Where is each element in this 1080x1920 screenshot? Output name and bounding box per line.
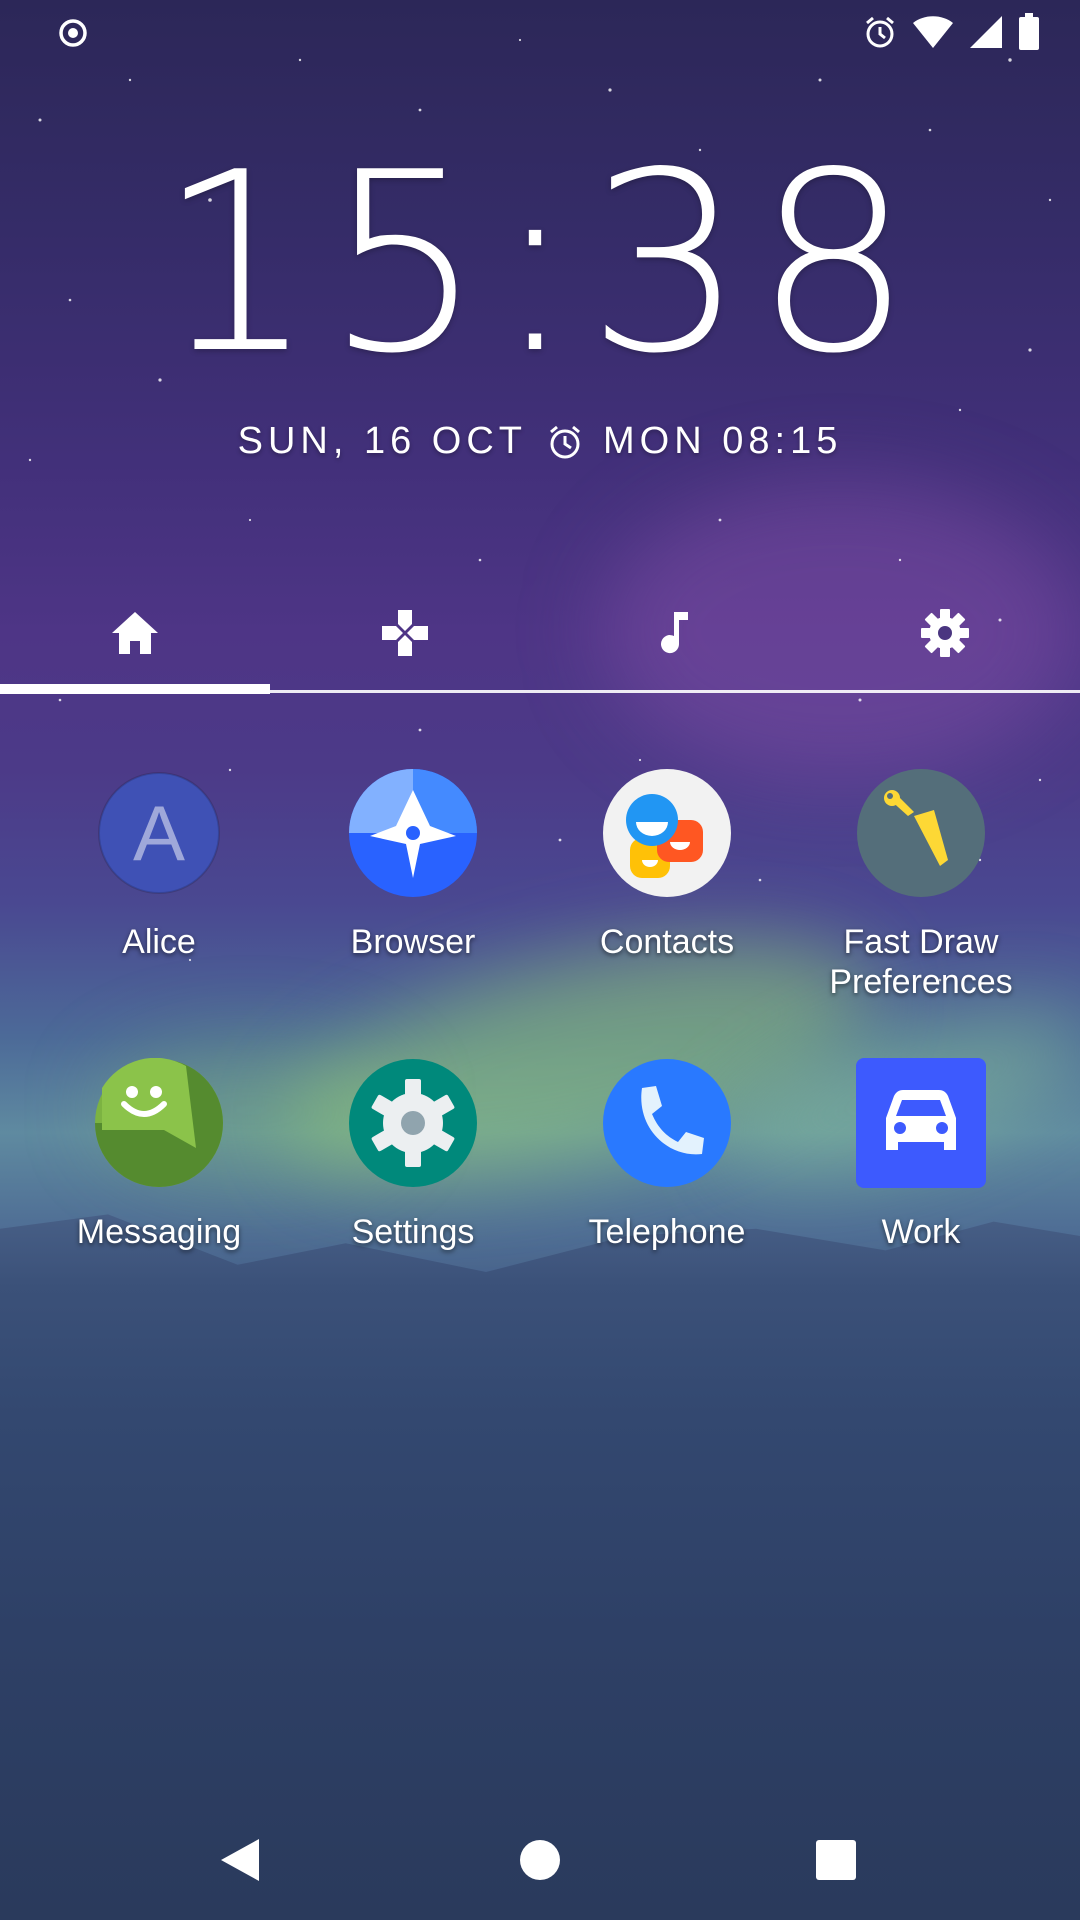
recents-button[interactable]	[796, 1820, 876, 1900]
alarm-icon	[866, 16, 894, 48]
record-icon	[59, 19, 87, 47]
app-label-line: Preferences	[829, 963, 1013, 1001]
tab-indicator	[0, 684, 270, 694]
launcher-tabs	[0, 570, 1080, 696]
lock-clock-time[interactable]: 15:38	[0, 140, 1080, 388]
app-label: Work	[881, 1213, 961, 1251]
back-icon	[221, 1839, 259, 1881]
tab-home[interactable]	[0, 570, 270, 696]
navigation-bar	[0, 1800, 1080, 1920]
app-label-line: Fast Draw	[843, 923, 999, 961]
alarm-icon	[550, 425, 580, 458]
home-circle-icon	[520, 1840, 560, 1880]
messaging-icon	[94, 1057, 224, 1188]
app-label: Contacts	[599, 923, 735, 961]
gear-icon	[921, 609, 969, 657]
status-icons	[862, 12, 1040, 52]
app-label: Settings	[351, 1213, 475, 1251]
tab-games[interactable]	[270, 570, 540, 696]
app-label: Telephone	[588, 1213, 746, 1251]
telephone-icon	[602, 1058, 732, 1188]
alice-avatar-icon: A	[94, 768, 224, 898]
date-text: SUN, 16 OCT	[237, 420, 528, 462]
date-alarm-line[interactable]: SUN, 16 OCT MON 08:15	[0, 420, 1080, 463]
fast-draw-icon	[856, 768, 986, 898]
music-note-icon	[661, 612, 688, 654]
app-browser[interactable]: Browser	[278, 768, 548, 962]
app-work[interactable]: Work	[786, 1058, 1056, 1252]
app-messaging[interactable]: Messaging	[24, 1057, 294, 1252]
gamepad-icon	[382, 610, 428, 656]
car-icon	[856, 1058, 986, 1188]
battery-icon	[1019, 13, 1039, 50]
app-label: Alice	[122, 923, 196, 961]
app-fast-draw-preferences[interactable]: Fast Draw Preferences	[786, 768, 1056, 1002]
app-settings[interactable]: Settings	[278, 1058, 548, 1252]
alice-avatar-letter: A	[133, 789, 185, 877]
home-screen: 15:38 SUN, 16 OCT MON 08:15 A Alice Brow…	[0, 0, 1080, 1920]
app-alice[interactable]: A Alice	[24, 768, 294, 962]
back-button[interactable]	[200, 1820, 280, 1900]
tab-settings[interactable]	[810, 570, 1080, 696]
home-button[interactable]	[500, 1820, 580, 1900]
status-bar	[0, 0, 1080, 64]
home-icon	[112, 612, 158, 654]
wifi-icon	[913, 16, 953, 48]
app-contacts[interactable]: Contacts	[532, 768, 802, 962]
app-label: Browser	[350, 923, 476, 961]
browser-icon	[348, 768, 478, 898]
settings-icon	[348, 1058, 478, 1188]
signal-icon	[970, 16, 1002, 48]
app-label: Messaging	[76, 1213, 242, 1251]
contacts-icon	[602, 768, 732, 898]
app-label: Fast Draw Preferences	[786, 922, 1056, 1002]
next-alarm-text: MON 08:15	[603, 420, 843, 462]
app-telephone[interactable]: Telephone	[532, 1058, 802, 1252]
recents-icon	[816, 1840, 856, 1880]
tab-music[interactable]	[540, 570, 810, 696]
